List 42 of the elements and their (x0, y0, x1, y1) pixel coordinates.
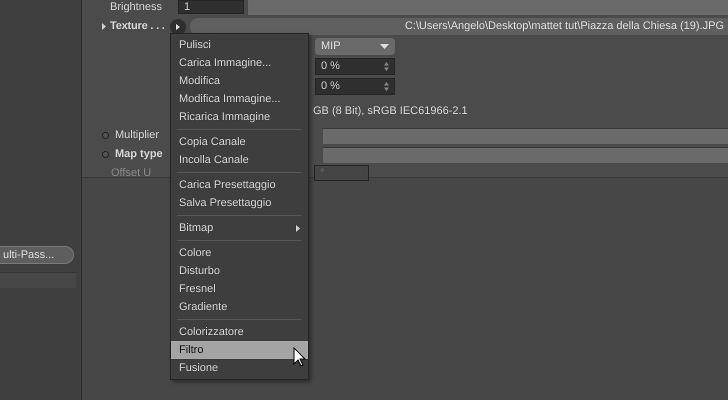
number-field[interactable]: 1 (178, 0, 244, 14)
file-path-field[interactable]: C:\Users\Angelo\Desktop\mattet tut\Piazza della Chiesa (19).JPG (190, 18, 728, 35)
menu-item[interactable]: Carica Presettaggio (171, 176, 308, 194)
attribute-label: Multiplier (115, 128, 160, 144)
slider-track[interactable] (323, 146, 728, 162)
multi-pass-button[interactable]: ulti-Pass... (0, 246, 74, 264)
menu-item[interactable]: Salva Presettaggio (171, 194, 308, 212)
menu-item[interactable]: Copia Canale (171, 133, 308, 151)
menu-item[interactable]: Colorizzatore (171, 323, 308, 341)
color-profile-text: GB (8 Bit), sRGB IEC61966-2.1 (313, 104, 469, 119)
number-field: ° (314, 164, 369, 181)
number-field[interactable]: 0 % (315, 58, 395, 75)
menu-item[interactable]: Gradiente (171, 298, 308, 316)
spinner-arrows-icon (384, 82, 389, 91)
menu-item[interactable]: Pulisci (171, 36, 308, 54)
expand-triangle-icon[interactable] (102, 23, 106, 30)
slider-track[interactable] (248, 0, 728, 15)
menu-item[interactable]: Fresnel (171, 280, 308, 298)
caret-icon (380, 44, 389, 49)
spinner-arrows-icon (384, 62, 389, 71)
menu-button[interactable] (170, 18, 186, 34)
menu-item[interactable]: Fusione (171, 359, 308, 377)
menu-item[interactable]: Incolla Canale (171, 151, 308, 169)
submenu-arrow-icon (296, 224, 300, 232)
attribute-label: Texture . . . (110, 19, 166, 34)
attribute-label: Map type (115, 147, 164, 162)
attribute-label: Offset U (111, 166, 152, 180)
keyframe-icon[interactable] (102, 132, 109, 139)
menu-item[interactable]: Carica Immagine... (171, 54, 308, 72)
menu-item[interactable]: Modifica Immagine... (171, 90, 308, 108)
sampling-dropdown[interactable]: MIP (315, 38, 395, 55)
play-icon (176, 24, 180, 30)
number-field[interactable]: 0 % (315, 78, 395, 95)
slider-track[interactable] (323, 128, 728, 144)
attribute-label: Brightness (110, 0, 163, 15)
menu-item[interactable]: Disturbo (171, 262, 308, 280)
menu-item[interactable]: Modifica (171, 72, 308, 90)
menu-item[interactable]: Ricarica Immagine (171, 108, 308, 126)
cursor-icon (293, 347, 306, 367)
menu-item[interactable]: Colore (171, 244, 308, 262)
keyframe-icon[interactable] (102, 151, 109, 158)
menu-item[interactable]: Bitmap (171, 219, 308, 237)
